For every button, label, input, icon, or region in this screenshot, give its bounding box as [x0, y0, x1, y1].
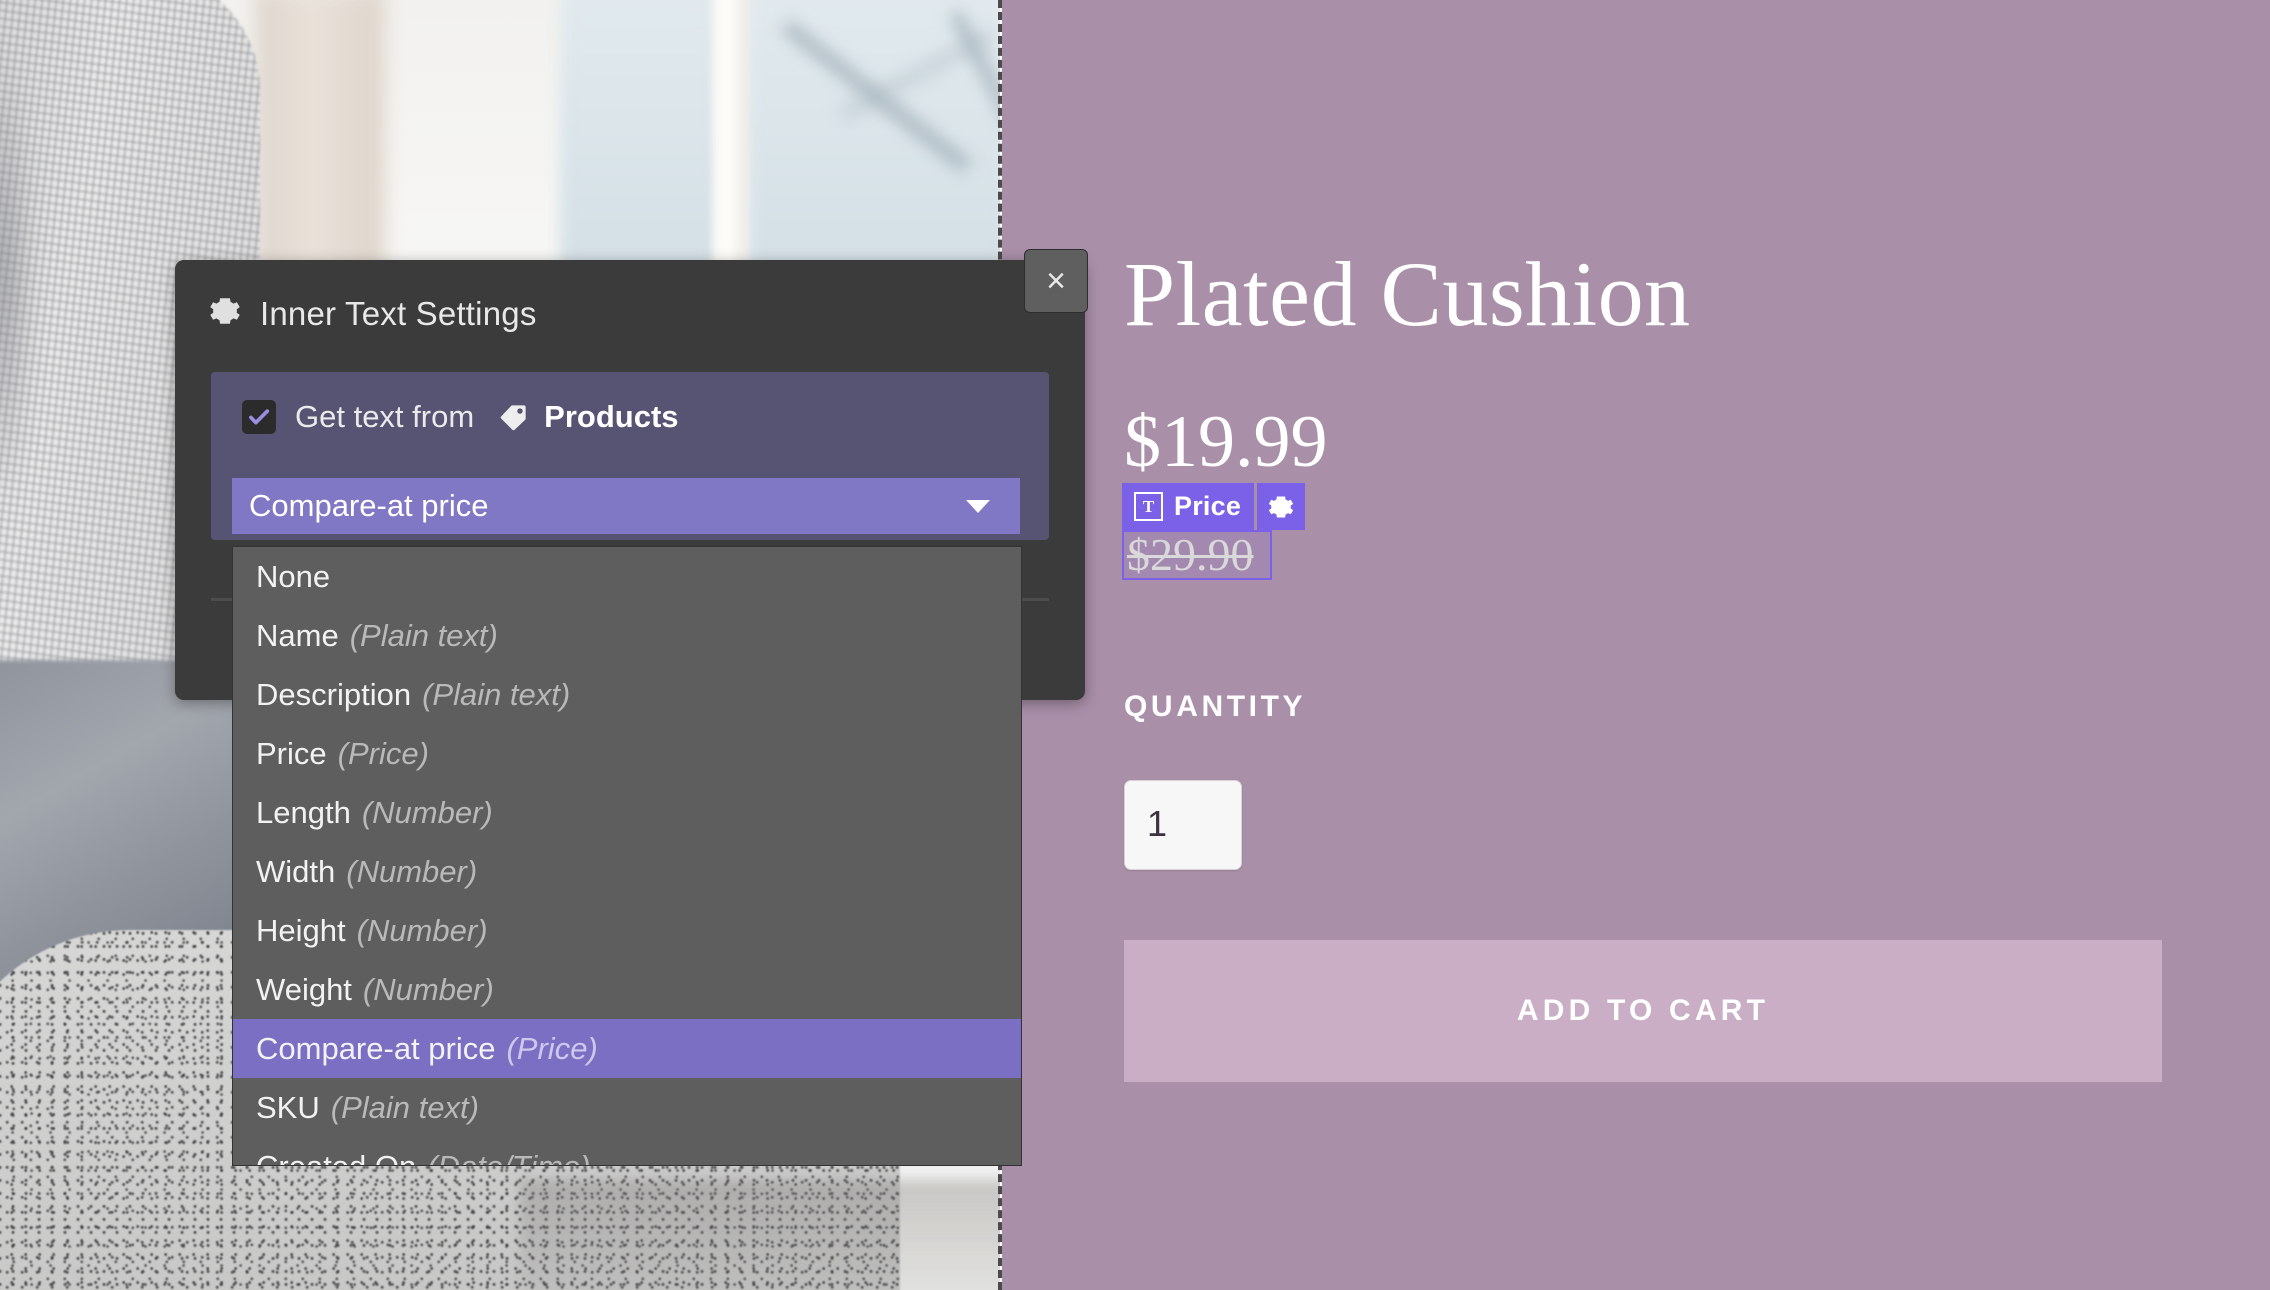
field-option[interactable]: Width (Number): [233, 842, 1021, 901]
field-option-type: (Plain text): [330, 1089, 479, 1125]
chevron-down-icon: [963, 496, 993, 516]
field-option-name: Height: [256, 912, 346, 948]
field-option[interactable]: Weight (Number): [233, 960, 1021, 1019]
field-option-type: (Number): [362, 971, 494, 1007]
selected-element-wrapper: T Price $29.90: [1122, 483, 1306, 580]
text-source-value[interactable]: Products: [544, 399, 678, 435]
get-text-from-checkbox[interactable]: [242, 400, 276, 434]
field-option-type: (Number): [361, 794, 493, 830]
field-option[interactable]: Compare-at price (Price): [233, 1019, 1021, 1078]
product-detail-panel: Plated Cushion $19.99 QUANTITY 1 ADD TO …: [1002, 0, 2270, 1290]
gear-icon: [208, 294, 242, 333]
field-option-name: Price: [256, 735, 327, 771]
field-option-type: (Price): [506, 1030, 598, 1066]
badge-main[interactable]: T Price: [1122, 483, 1255, 530]
close-icon[interactable]: ×: [1024, 249, 1088, 313]
field-option[interactable]: Length (Number): [233, 783, 1021, 842]
field-option[interactable]: Description (Plain text): [233, 665, 1021, 724]
field-option[interactable]: Created On (Date/Time): [233, 1137, 1021, 1166]
compare-at-price-text: $29.90: [1127, 529, 1254, 580]
modal-header: Inner Text Settings: [175, 260, 1085, 333]
product-price: $19.99: [1124, 401, 1328, 483]
field-option-type: (Plain text): [349, 617, 498, 653]
field-option-name: Name: [256, 617, 339, 653]
field-option-name: Width: [256, 853, 336, 889]
product-field-select-value: Compare-at price: [249, 488, 489, 523]
field-option-name: Description: [256, 676, 412, 712]
selected-element-badge[interactable]: T Price: [1122, 483, 1306, 530]
field-option-name: Length: [256, 794, 351, 830]
field-option[interactable]: Name (Plain text): [233, 606, 1021, 665]
photo-seat-shadow: [520, 1180, 1000, 1290]
get-text-from-label: Get text from: [295, 399, 475, 434]
field-option-name: Compare-at price: [256, 1030, 496, 1066]
badge-gear-icon[interactable]: [1257, 483, 1306, 530]
field-option-type: (Number): [356, 912, 488, 948]
compare-at-price-box[interactable]: $29.90: [1122, 530, 1272, 580]
add-to-cart-button[interactable]: ADD TO CART: [1124, 940, 2162, 1082]
product-field-options-list[interactable]: None Name (Plain text) Description (Plain te…: [232, 546, 1022, 1166]
field-option[interactable]: Height (Number): [233, 901, 1021, 960]
field-option-type: (Plain text): [422, 676, 571, 712]
field-option-name: None: [256, 558, 331, 594]
product-title: Plated Cushion: [1124, 243, 1691, 345]
photo-knit-shadow: [0, 0, 130, 730]
quantity-label: QUANTITY: [1124, 690, 1307, 723]
tag-icon: [498, 402, 529, 433]
field-option[interactable]: Price (Price): [233, 724, 1021, 783]
badge-label: Price: [1174, 491, 1242, 521]
text-source-row: Get text from Products: [211, 372, 1049, 435]
field-option-name: SKU: [256, 1089, 320, 1125]
field-option[interactable]: SKU (Plain text): [233, 1078, 1021, 1137]
field-option-name: Weight: [256, 971, 352, 1007]
field-option[interactable]: None: [233, 547, 1021, 606]
text-element-icon: T: [1134, 492, 1163, 521]
modal-title: Inner Text Settings: [260, 294, 537, 332]
field-option-type: (Date/Time): [427, 1148, 591, 1166]
quantity-input[interactable]: 1: [1124, 780, 1242, 870]
field-option-type: (Number): [346, 853, 478, 889]
field-option-name: Created On: [256, 1148, 417, 1166]
field-option-type: (Price): [337, 735, 429, 771]
product-field-select[interactable]: Compare-at price: [232, 478, 1020, 534]
